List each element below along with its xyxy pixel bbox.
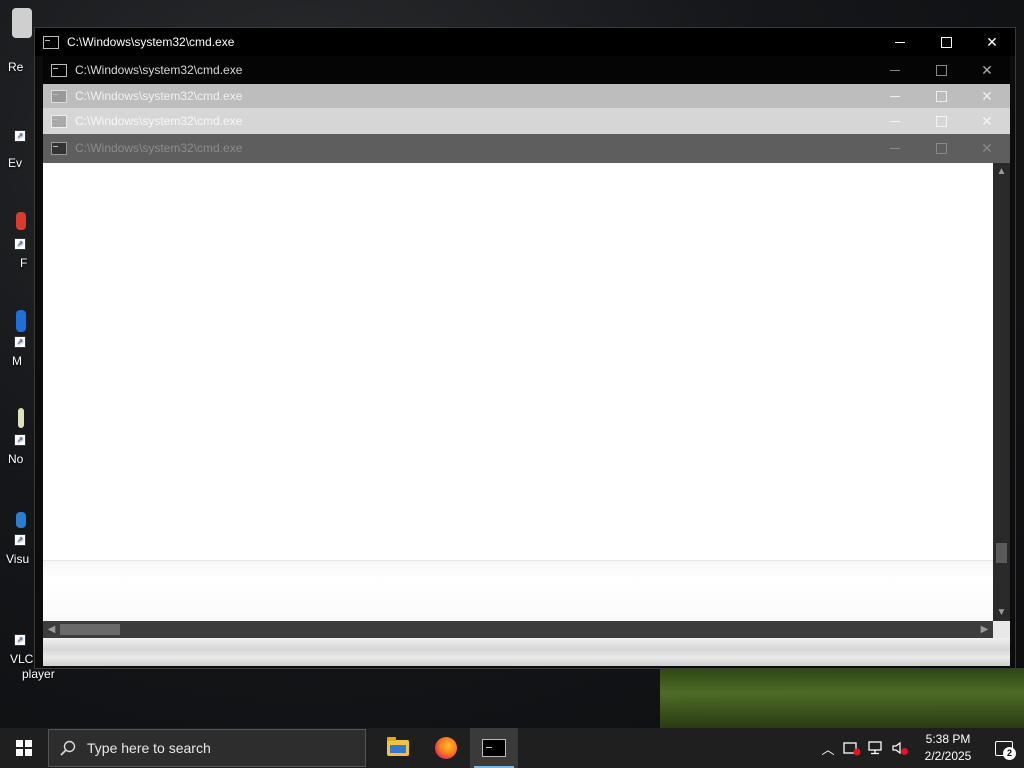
close-button: ✕ (981, 87, 993, 104)
desktop-icon-f[interactable]: ↗ F (0, 212, 38, 272)
folder-icon (387, 737, 409, 756)
horizontal-scrollbar[interactable]: ◀ ▶ (43, 621, 993, 638)
window-title: C:\Windows\system32\cmd.exe (67, 35, 235, 49)
taskbar-file-explorer[interactable] (374, 728, 422, 768)
scroll-right-icon[interactable]: ▶ (976, 621, 993, 638)
title-bar: C:\Windows\system32\cmd.exe ✕ (43, 56, 1010, 84)
desktop-icon-notepad[interactable]: ↗ No (0, 408, 38, 468)
desktop-icon-vlc[interactable]: ↗ VLC player (0, 630, 55, 690)
maximize-button[interactable] (923, 28, 969, 56)
app-icon (16, 212, 26, 230)
cmd-icon (51, 141, 67, 155)
notepad-icon (18, 408, 24, 428)
window-title: C:\Windows\system32\cmd.exe (75, 63, 243, 77)
cmd-icon (43, 35, 59, 49)
clock-date: 2/2/2025 (924, 749, 972, 763)
taskbar-command-prompt[interactable] (470, 728, 518, 768)
vertical-scrollbar[interactable]: ▲ ▼ (993, 163, 1010, 621)
search-box[interactable]: Type here to search (48, 729, 366, 767)
minimize-button (872, 107, 918, 135)
shortcut-arrow-icon: ↗ (14, 534, 26, 546)
desktop-icon-recycle-bin[interactable]: Re (0, 8, 38, 74)
maximize-button (918, 134, 964, 162)
desktop-icon-visual-studio[interactable]: ↗ Visu (0, 512, 38, 572)
search-placeholder: Type here to search (87, 740, 211, 756)
desktop-icon-label: Re (8, 60, 24, 74)
notification-badge: 2 (1003, 747, 1016, 760)
desktop-icon-ev[interactable]: ↗ Ev (0, 130, 38, 190)
desktop-icon-label: VLC (10, 652, 34, 666)
edge-icon (16, 310, 26, 332)
title-bar: C:\Windows\system32\cmd.exe ✕ (43, 107, 1010, 135)
close-button[interactable]: ✕ (969, 28, 1015, 56)
search-icon (49, 740, 87, 756)
wallpaper-grass (660, 668, 1024, 730)
cmd-window-ghost: C:\Windows\system32\cmd.exe ✕ (43, 84, 1010, 108)
desktop-icon-label: Ev (8, 156, 23, 170)
desktop-icon-label: No (8, 452, 24, 466)
shortcut-arrow-icon: ↗ (14, 130, 26, 142)
shortcut-arrow-icon: ↗ (14, 634, 26, 646)
maximize-button (918, 107, 964, 135)
desktop-icon-label-2: player (22, 667, 55, 681)
security-icon[interactable] (840, 728, 864, 768)
action-center-button[interactable]: 2 (984, 728, 1024, 768)
taskbar: Type here to search ︿ 5:38 PM 2/2/2025 2 (0, 728, 1024, 768)
close-button: ✕ (981, 61, 993, 78)
scroll-thumb[interactable] (996, 543, 1007, 563)
windows-logo-icon (16, 740, 32, 756)
desktop-icon-label: M (12, 354, 22, 368)
cmd-window-ghost: C:\Windows\system32\cmd.exe ✕ (43, 56, 1010, 84)
recycle-bin-icon (12, 8, 32, 38)
desktop-icon-m[interactable]: ↗ M (0, 310, 38, 370)
desktop-icon-label: F (20, 256, 28, 270)
shortcut-arrow-icon: ↗ (14, 434, 26, 446)
firefox-icon (435, 737, 457, 759)
cmd-window-ghost: C:\Windows\system32\cmd.exe ✕ (43, 108, 1010, 134)
taskbar-firefox[interactable] (422, 728, 470, 768)
minimize-button (872, 56, 918, 84)
scroll-down-icon[interactable]: ▼ (993, 604, 1010, 621)
title-bar: C:\Windows\system32\cmd.exe ✕ (43, 134, 1010, 162)
maximize-button (918, 82, 964, 110)
vscode-icon (16, 512, 26, 528)
maximize-button (918, 56, 964, 84)
system-tray: ︿ 5:38 PM 2/2/2025 2 (816, 728, 1024, 768)
minimize-button (872, 134, 918, 162)
network-icon[interactable] (864, 728, 888, 768)
start-button[interactable] (0, 728, 48, 768)
clock[interactable]: 5:38 PM 2/2/2025 (912, 731, 984, 765)
chevron-up-icon[interactable]: ︿ (816, 728, 840, 768)
close-button: ✕ (981, 139, 993, 156)
title-bar[interactable]: C:\Windows\system32\cmd.exe ✕ (35, 28, 1015, 56)
scrollbar-corner (993, 621, 1010, 638)
window-title: C:\Windows\system32\cmd.exe (75, 114, 243, 128)
desktop-icon-label: Visu (6, 552, 30, 566)
title-bar: C:\Windows\system32\cmd.exe ✕ (43, 82, 1010, 110)
cmd-icon (51, 89, 67, 103)
clock-time: 5:38 PM (925, 732, 971, 746)
window-trail-bottom (43, 638, 1010, 666)
close-button: ✕ (981, 112, 993, 129)
shortcut-arrow-icon: ↗ (14, 336, 26, 348)
minimize-button (872, 82, 918, 110)
scroll-left-icon[interactable]: ◀ (43, 621, 60, 638)
terminal-icon (482, 739, 506, 757)
minimize-button[interactable] (877, 28, 923, 56)
cmd-window-ghost: C:\Windows\system32\cmd.exe ✕ (43, 134, 1010, 163)
scroll-up-icon[interactable]: ▲ (993, 163, 1010, 180)
shortcut-arrow-icon: ↗ (14, 238, 26, 250)
cmd-icon (51, 63, 67, 77)
volume-muted-icon[interactable] (888, 728, 912, 768)
console-content-lower (43, 560, 993, 623)
scroll-thumb[interactable] (60, 624, 120, 635)
console-content-area[interactable] (43, 163, 993, 621)
window-title: C:\Windows\system32\cmd.exe (75, 89, 243, 103)
window-title: C:\Windows\system32\cmd.exe (75, 141, 243, 155)
cmd-icon (51, 114, 67, 128)
